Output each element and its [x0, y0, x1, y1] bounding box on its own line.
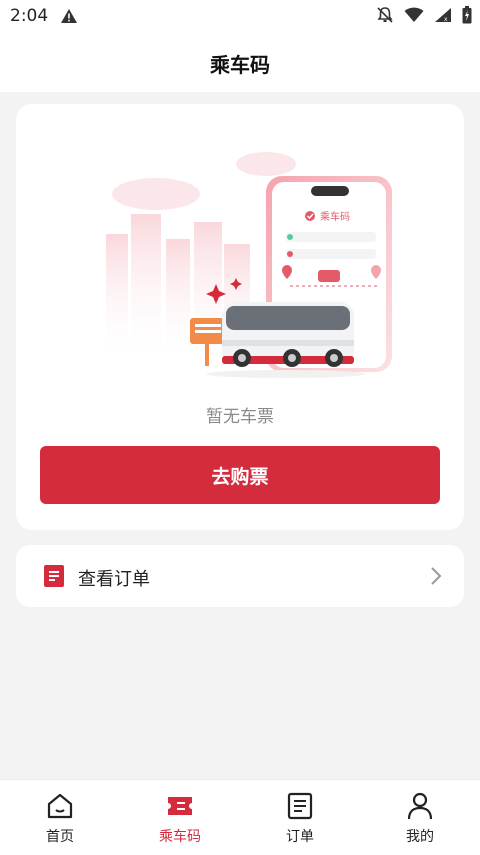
list-icon: [287, 792, 313, 820]
user-icon: [407, 792, 433, 820]
view-orders-label: 查看订单: [78, 569, 150, 590]
illustration-phone-title: 乘车码: [320, 210, 350, 223]
signal-icon: x: [435, 8, 451, 23]
home-icon: [47, 793, 73, 819]
tab-profile-label: 我的: [406, 829, 434, 845]
chevron-right-icon: [431, 567, 442, 585]
tab-ride-code[interactable]: 乘车码: [120, 780, 240, 855]
notifications-off-icon: [377, 7, 393, 23]
empty-ticket-illustration: 乘车码: [106, 152, 392, 378]
status-bar: 2:04 x: [0, 0, 480, 34]
ticket-card: 乘车码 暂无车票 去购票: [16, 104, 464, 530]
page-title: 乘车码: [210, 52, 270, 77]
tab-orders-label: 订单: [286, 829, 314, 845]
ticket-icon: [168, 797, 192, 815]
battery-icon: [462, 6, 472, 24]
empty-state-text: 暂无车票: [206, 407, 274, 427]
wifi-icon: [404, 7, 424, 22]
tab-orders[interactable]: 订单: [240, 780, 360, 855]
tab-home[interactable]: 首页: [0, 780, 120, 855]
warning-icon: [61, 9, 77, 23]
bottom-tab-bar: 首页 乘车码 订单 我的: [0, 779, 480, 855]
buy-ticket-button[interactable]: 去购票: [40, 446, 440, 504]
document-icon: [44, 565, 64, 587]
tab-ride-code-label: 乘车码: [159, 829, 201, 845]
tab-home-label: 首页: [46, 829, 74, 845]
status-icons: x: [376, 6, 472, 24]
view-orders-row[interactable]: 查看订单: [16, 545, 464, 607]
header: 乘车码: [0, 34, 480, 92]
tab-profile[interactable]: 我的: [360, 780, 480, 855]
status-time: 2:04: [10, 6, 49, 26]
svg-text:x: x: [444, 16, 448, 23]
